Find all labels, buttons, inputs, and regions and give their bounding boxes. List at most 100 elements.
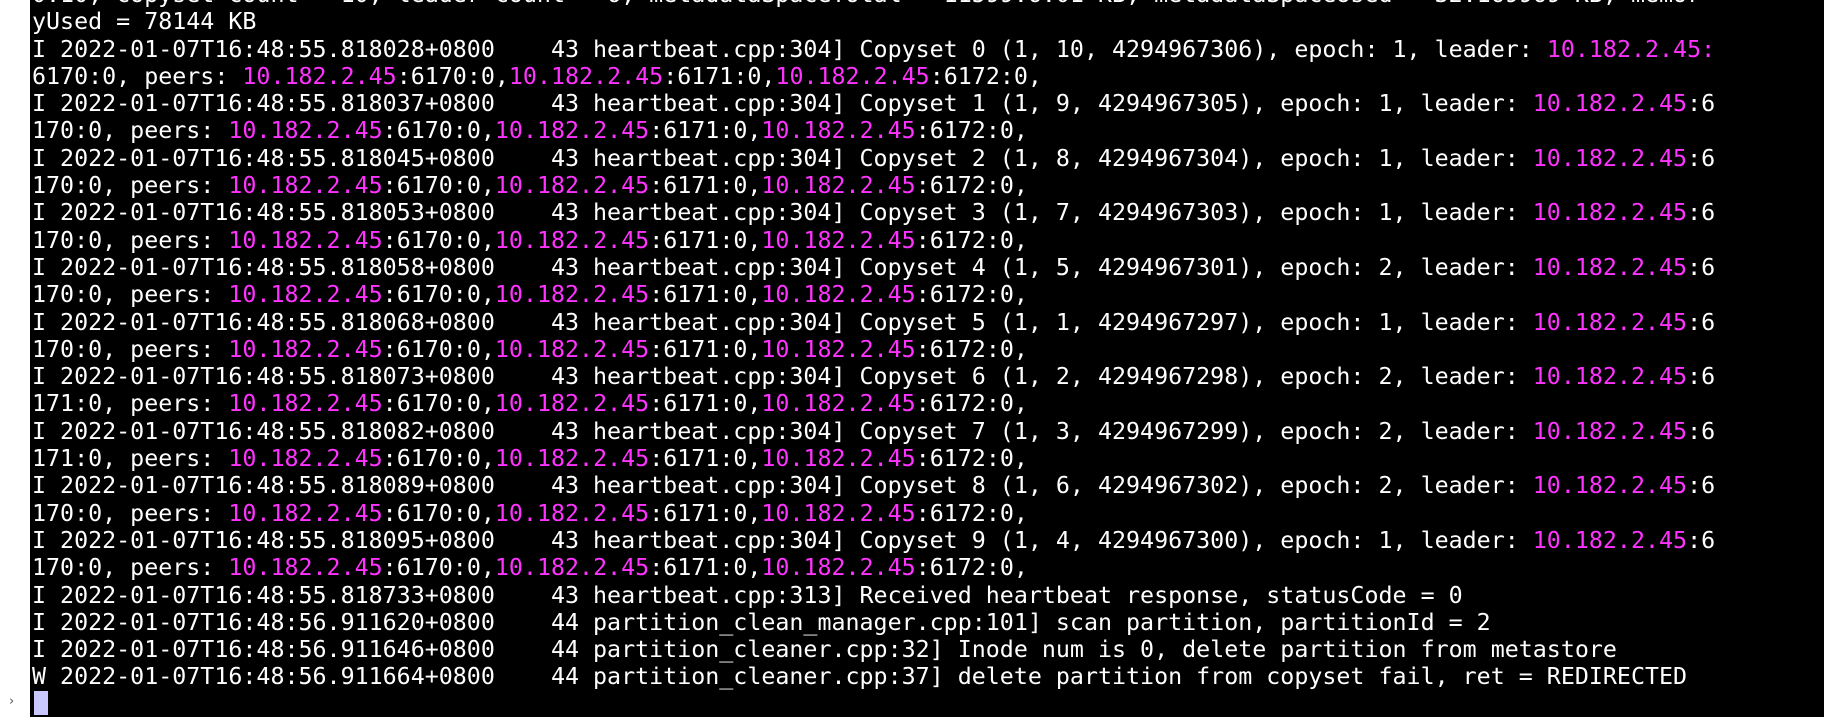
log-line: 170:0, peers: 10.182.2.45:6170:0,10.182.… xyxy=(32,172,1715,199)
ip-address-text: 10.182.2.45 xyxy=(1532,199,1688,227)
log-text: :6172:0, xyxy=(915,281,1028,309)
ip-address-text: 10.182.2.45 xyxy=(761,117,916,145)
ip-address-text: 10.182.2.45: xyxy=(1546,35,1716,63)
ip-address-text: 10.182.2.45 xyxy=(508,62,664,90)
log-text: :6 xyxy=(1687,472,1716,500)
log-text: 170:0, peers: xyxy=(32,554,229,582)
log-text: I 2022-01-07T16:48:56.911620+0800 44 par… xyxy=(32,608,1491,636)
log-text: 6170:0, peers: xyxy=(32,62,243,90)
log-line: I 2022-01-07T16:48:55.818058+0800 43 hea… xyxy=(32,254,1715,281)
log-line: 170:0, peers: 10.182.2.45:6170:0,10.182.… xyxy=(32,281,1715,308)
log-text: :6171:0, xyxy=(649,117,762,145)
log-text: :6172:0, xyxy=(915,172,1028,200)
log-text: :6171:0, xyxy=(649,172,762,200)
log-text: :6170:0, xyxy=(382,390,495,418)
ip-address-text: 10.182.2.45 xyxy=(1532,253,1688,281)
ip-address-text: 10.182.2.45 xyxy=(761,390,916,418)
log-text: :6 xyxy=(1687,90,1716,118)
log-line: 171:0, peers: 10.182.2.45:6170:0,10.182.… xyxy=(32,445,1715,472)
log-line: I 2022-01-07T16:48:55.818053+0800 43 hea… xyxy=(32,199,1715,226)
ip-address-text: 10.182.2.45 xyxy=(1532,417,1688,445)
ip-address-text: 10.182.2.45 xyxy=(1532,526,1688,554)
log-text: :6 xyxy=(1687,199,1716,227)
ip-address-text: 10.182.2.45 xyxy=(494,172,650,200)
log-text: :6170:0, xyxy=(382,117,495,145)
ip-address-text: 10.182.2.45 xyxy=(228,335,383,363)
ip-address-text: 10.182.2.45 xyxy=(1532,472,1688,500)
terminal-window[interactable]: 0.10, copyset count = 10, leader count =… xyxy=(30,0,1824,717)
log-line: I 2022-01-07T16:48:55.818095+0800 43 hea… xyxy=(32,527,1715,554)
ip-address-text: 10.182.2.45 xyxy=(228,445,383,473)
left-gutter: › xyxy=(0,0,30,717)
ip-address-text: 10.182.2.45 xyxy=(761,281,916,309)
log-text: :6 xyxy=(1687,526,1716,554)
log-line: 170:0, peers: 10.182.2.45:6170:0,10.182.… xyxy=(32,336,1715,363)
ip-address-text: 10.182.2.45 xyxy=(761,172,916,200)
log-text: :6171:0, xyxy=(649,499,762,527)
log-line: I 2022-01-07T16:48:55.818089+0800 43 hea… xyxy=(32,472,1715,499)
ip-address-text: 10.182.2.45 xyxy=(761,554,916,582)
ip-address-text: 10.182.2.45 xyxy=(1532,308,1688,336)
log-text: :6172:0, xyxy=(915,335,1028,363)
log-text: :6171:0, xyxy=(649,226,762,254)
log-text: 171:0, peers: xyxy=(32,445,229,473)
log-text: :6170:0, xyxy=(382,281,495,309)
log-text: I 2022-01-07T16:48:55.818733+0800 43 hea… xyxy=(32,581,1463,609)
ip-address-text: 10.182.2.45 xyxy=(761,445,916,473)
log-text: 170:0, peers: xyxy=(32,335,229,363)
log-line: 0.10, copyset count = 10, leader count =… xyxy=(32,0,1715,8)
log-text: :6170:0, xyxy=(382,554,495,582)
log-line: I 2022-01-07T16:48:55.818028+0800 43 hea… xyxy=(32,36,1715,63)
log-line: 171:0, peers: 10.182.2.45:6170:0,10.182.… xyxy=(32,390,1715,417)
ip-address-text: 10.182.2.45 xyxy=(1532,363,1688,391)
log-text: 171:0, peers: xyxy=(32,390,229,418)
ip-address-text: 10.182.2.45 xyxy=(775,62,930,90)
ip-address-text: 10.182.2.45 xyxy=(1532,90,1688,118)
ip-address-text: 10.182.2.45 xyxy=(761,335,916,363)
log-line: 170:0, peers: 10.182.2.45:6170:0,10.182.… xyxy=(32,500,1715,527)
log-text: yUsed = 78144 KB xyxy=(32,8,257,36)
ip-address-text: 10.182.2.45 xyxy=(761,499,916,527)
log-text: 170:0, peers: xyxy=(32,117,229,145)
log-text: :6 xyxy=(1687,308,1716,336)
ip-address-text: 10.182.2.45 xyxy=(228,499,383,527)
log-text: :6 xyxy=(1687,363,1716,391)
log-text: I 2022-01-07T16:48:56.911646+0800 44 par… xyxy=(32,636,1617,664)
ip-address-text: 10.182.2.45 xyxy=(228,390,383,418)
log-text: I 2022-01-07T16:48:55.818058+0800 43 hea… xyxy=(32,253,1533,281)
log-line: I 2022-01-07T16:48:55.818082+0800 43 hea… xyxy=(32,418,1715,445)
log-text: 0.10, copyset count = 10, leader count =… xyxy=(32,0,1701,8)
ip-address-text: 10.182.2.45 xyxy=(242,62,397,90)
log-text: :6172:0, xyxy=(915,226,1028,254)
log-text: :6 xyxy=(1687,253,1716,281)
log-text: 170:0, peers: xyxy=(32,172,229,200)
log-text: I 2022-01-07T16:48:55.818053+0800 43 hea… xyxy=(32,199,1533,227)
log-text: :6170:0, xyxy=(382,445,495,473)
ip-address-text: 10.182.2.45 xyxy=(228,172,383,200)
log-text: :6171:0, xyxy=(649,281,762,309)
ip-address-text: 10.182.2.45 xyxy=(494,554,650,582)
log-text: :6171:0, xyxy=(649,335,762,363)
ip-address-text: 10.182.2.45 xyxy=(494,117,650,145)
log-text: :6170:0, xyxy=(382,172,495,200)
chevron-right-icon[interactable]: › xyxy=(9,694,14,710)
ip-address-text: 10.182.2.45 xyxy=(494,335,650,363)
log-line: yUsed = 78144 KB xyxy=(32,8,1715,35)
log-text: I 2022-01-07T16:48:55.818045+0800 43 hea… xyxy=(32,144,1533,172)
log-text: I 2022-01-07T16:48:55.818089+0800 43 hea… xyxy=(32,472,1533,500)
ip-address-text: 10.182.2.45 xyxy=(228,554,383,582)
log-text: :6171:0, xyxy=(649,554,762,582)
log-text: :6 xyxy=(1687,144,1716,172)
log-line: I 2022-01-07T16:48:55.818073+0800 43 hea… xyxy=(32,363,1715,390)
log-text: :6170:0, xyxy=(382,499,495,527)
log-text: :6171:0, xyxy=(649,390,762,418)
log-text: :6172:0, xyxy=(915,499,1028,527)
ip-address-text: 10.182.2.45 xyxy=(494,499,650,527)
ip-address-text: 10.182.2.45 xyxy=(494,281,650,309)
log-line: W 2022-01-07T16:48:56.911664+0800 44 par… xyxy=(32,663,1715,690)
log-text: 170:0, peers: xyxy=(32,281,229,309)
log-text: 170:0, peers: xyxy=(32,226,229,254)
log-text: I 2022-01-07T16:48:55.818073+0800 43 hea… xyxy=(32,363,1533,391)
log-text: :6172:0, xyxy=(929,62,1042,90)
ip-address-text: 10.182.2.45 xyxy=(761,226,916,254)
